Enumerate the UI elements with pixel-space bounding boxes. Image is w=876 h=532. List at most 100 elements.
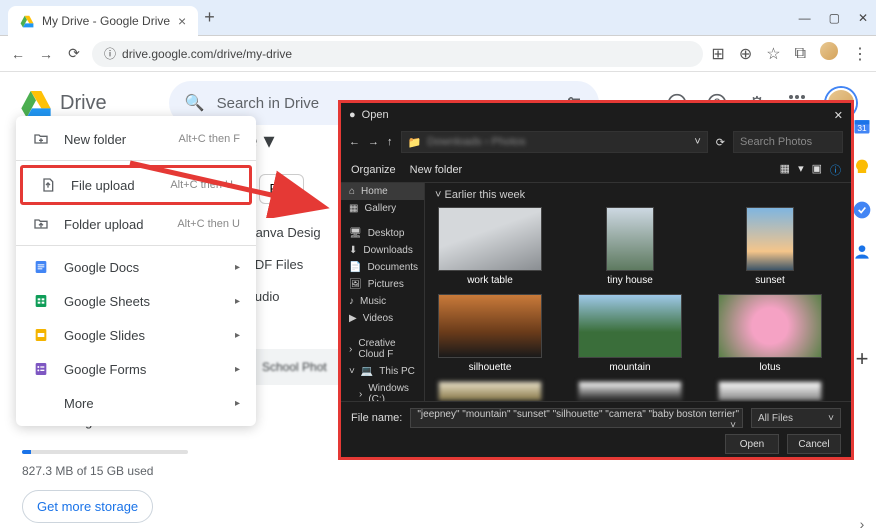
get-storage-button[interactable]: Get more storage — [22, 490, 153, 523]
refresh-icon[interactable]: ⟳ — [716, 136, 725, 149]
keep-icon[interactable] — [852, 158, 872, 178]
ctx-google-forms[interactable]: Google Forms ▸ — [16, 352, 256, 386]
side-desktop[interactable]: 🖥Desktop — [341, 225, 424, 242]
side-thispc[interactable]: ˅💻This PC — [341, 363, 424, 380]
chevron-down-icon: ▾ — [263, 128, 274, 154]
drive-logo[interactable]: Drive — [20, 87, 107, 119]
tasks-icon[interactable] — [852, 200, 872, 220]
collapse-icon[interactable]: › — [860, 516, 865, 532]
view-dropdown-icon[interactable]: ▾ — [798, 162, 804, 178]
url-text: drive.google.com/drive/my-drive — [122, 47, 292, 61]
storage-bar — [22, 450, 188, 454]
side-videos[interactable]: ▶Videos — [341, 310, 424, 327]
chevron-down-icon[interactable]: ˅ — [694, 136, 700, 148]
forward-icon[interactable]: → — [36, 44, 56, 64]
file-thumb[interactable]: sunset — [715, 207, 825, 286]
search-placeholder: Search in Drive — [217, 95, 320, 112]
close-window-icon[interactable]: ✕ — [858, 11, 868, 25]
forms-icon — [32, 360, 50, 378]
dialog-search[interactable]: Search Photos — [733, 131, 843, 153]
translate-icon[interactable]: ⊞ — [711, 44, 724, 64]
star-icon[interactable]: ☆ — [766, 44, 780, 64]
add-icon[interactable]: + — [856, 346, 869, 372]
ctx-google-docs[interactable]: Google Docs ▸ — [16, 250, 256, 284]
side-creative[interactable]: ›Creative Cloud F — [341, 335, 424, 363]
file-group-label: ˅ Earlier this week — [435, 189, 841, 201]
address-bar: ← → ⟳ ⓘ drive.google.com/drive/my-drive … — [0, 36, 876, 72]
sheets-icon — [32, 292, 50, 310]
dialog-icon: ● — [349, 109, 356, 121]
file-thumb[interactable]: silhouette — [435, 294, 545, 373]
filename-input[interactable]: "jeepney" "mountain" "sunset" "silhouett… — [410, 408, 743, 428]
profile-icon[interactable] — [820, 42, 838, 65]
cancel-button[interactable]: Cancel — [787, 434, 841, 454]
file-thumb[interactable]: tiny house — [575, 207, 685, 286]
side-music[interactable]: ♪Music — [341, 293, 424, 310]
filetype-filter[interactable]: All Files˅ — [751, 408, 841, 428]
chevron-right-icon: ▸ — [235, 296, 240, 307]
url-input[interactable]: ⓘ drive.google.com/drive/my-drive — [92, 41, 703, 67]
help-icon[interactable]: ⓘ — [830, 162, 841, 178]
file-thumb[interactable] — [715, 381, 825, 401]
search-icon: 🔍 — [185, 93, 205, 113]
file-upload-icon — [39, 176, 57, 194]
file-thumb[interactable]: mountain — [575, 294, 685, 373]
new-tab-button[interactable]: + — [204, 7, 215, 28]
reload-icon[interactable]: ⟳ — [64, 44, 84, 64]
calendar-icon[interactable]: 31 — [852, 116, 872, 136]
file-thumb[interactable]: lotus — [715, 294, 825, 373]
maximize-icon[interactable]: ▢ — [829, 11, 840, 25]
dialog-file-list: ˅ Earlier this week work table tiny hous… — [425, 183, 851, 401]
dialog-sidebar: ⌂Home ▦Gallery 🖥Desktop ⬇Downloads 📄Docu… — [341, 183, 425, 401]
back-icon[interactable]: ← — [8, 44, 28, 64]
side-windows[interactable]: ›Windows (C:) — [341, 380, 424, 401]
dialog-nav: ← → ↑ 📁 Downloads › Photos ˅ ⟳ Search Ph… — [341, 127, 851, 157]
side-pictures[interactable]: 🖼Pictures — [341, 276, 424, 293]
file-thumb[interactable]: work table — [435, 207, 545, 286]
svg-text:31: 31 — [857, 123, 867, 133]
close-icon[interactable]: ✕ — [834, 109, 843, 122]
organize-menu[interactable]: Organize — [351, 164, 396, 176]
minimize-icon[interactable]: — — [799, 11, 811, 25]
annotation-arrow — [125, 158, 335, 218]
new-folder-button[interactable]: New folder — [410, 164, 463, 176]
drive-favicon — [20, 14, 34, 28]
ctx-google-slides[interactable]: Google Slides ▸ — [16, 318, 256, 352]
open-button[interactable]: Open — [725, 434, 779, 454]
filename-label: File name: — [351, 412, 402, 424]
zoom-icon[interactable]: ⊕ — [739, 44, 752, 64]
file-thumb[interactable] — [435, 381, 545, 401]
preview-icon[interactable]: ▣ — [812, 162, 822, 178]
chevron-right-icon: ▸ — [235, 330, 240, 341]
dialog-title: Open — [362, 109, 389, 121]
dialog-titlebar: ● Open ✕ — [341, 103, 851, 127]
ctx-google-sheets[interactable]: Google Sheets ▸ — [16, 284, 256, 318]
file-open-dialog: ● Open ✕ ← → ↑ 📁 Downloads › Photos ˅ ⟳ … — [338, 100, 854, 460]
side-panel: 31 + › — [852, 116, 872, 532]
tab-title: My Drive - Google Drive — [42, 14, 170, 28]
side-gallery[interactable]: ▦Gallery — [341, 200, 424, 217]
drive-title: Drive — [60, 92, 107, 115]
close-icon[interactable]: × — [178, 13, 186, 29]
chevron-right-icon: ▸ — [235, 262, 240, 273]
chevron-right-icon: ▸ — [235, 364, 240, 375]
new-folder-icon — [32, 130, 50, 148]
up-icon[interactable]: ↑ — [387, 136, 393, 148]
contacts-icon[interactable] — [852, 242, 872, 262]
menu-icon[interactable]: ⋮ — [852, 44, 868, 64]
ctx-more[interactable]: More ▸ — [16, 386, 256, 420]
forward-icon[interactable]: → — [368, 136, 379, 148]
file-thumb[interactable] — [575, 381, 685, 401]
docs-icon — [32, 258, 50, 276]
path-input[interactable]: 📁 Downloads › Photos ˅ — [401, 131, 708, 153]
view-icon[interactable]: ▦ — [780, 162, 790, 178]
extensions-icon[interactable]: ⧉ — [795, 45, 806, 63]
ctx-new-folder[interactable]: New folder Alt+C then F — [16, 122, 256, 156]
storage-info: 827.3 MB of 15 GB used Get more storage — [12, 450, 198, 523]
side-documents[interactable]: 📄Documents — [341, 259, 424, 276]
browser-tab[interactable]: My Drive - Google Drive × — [8, 6, 198, 36]
side-home[interactable]: ⌂Home — [341, 183, 424, 200]
side-downloads[interactable]: ⬇Downloads — [341, 242, 424, 259]
back-icon[interactable]: ← — [349, 136, 360, 148]
folder-icon: 📁 — [408, 136, 422, 149]
